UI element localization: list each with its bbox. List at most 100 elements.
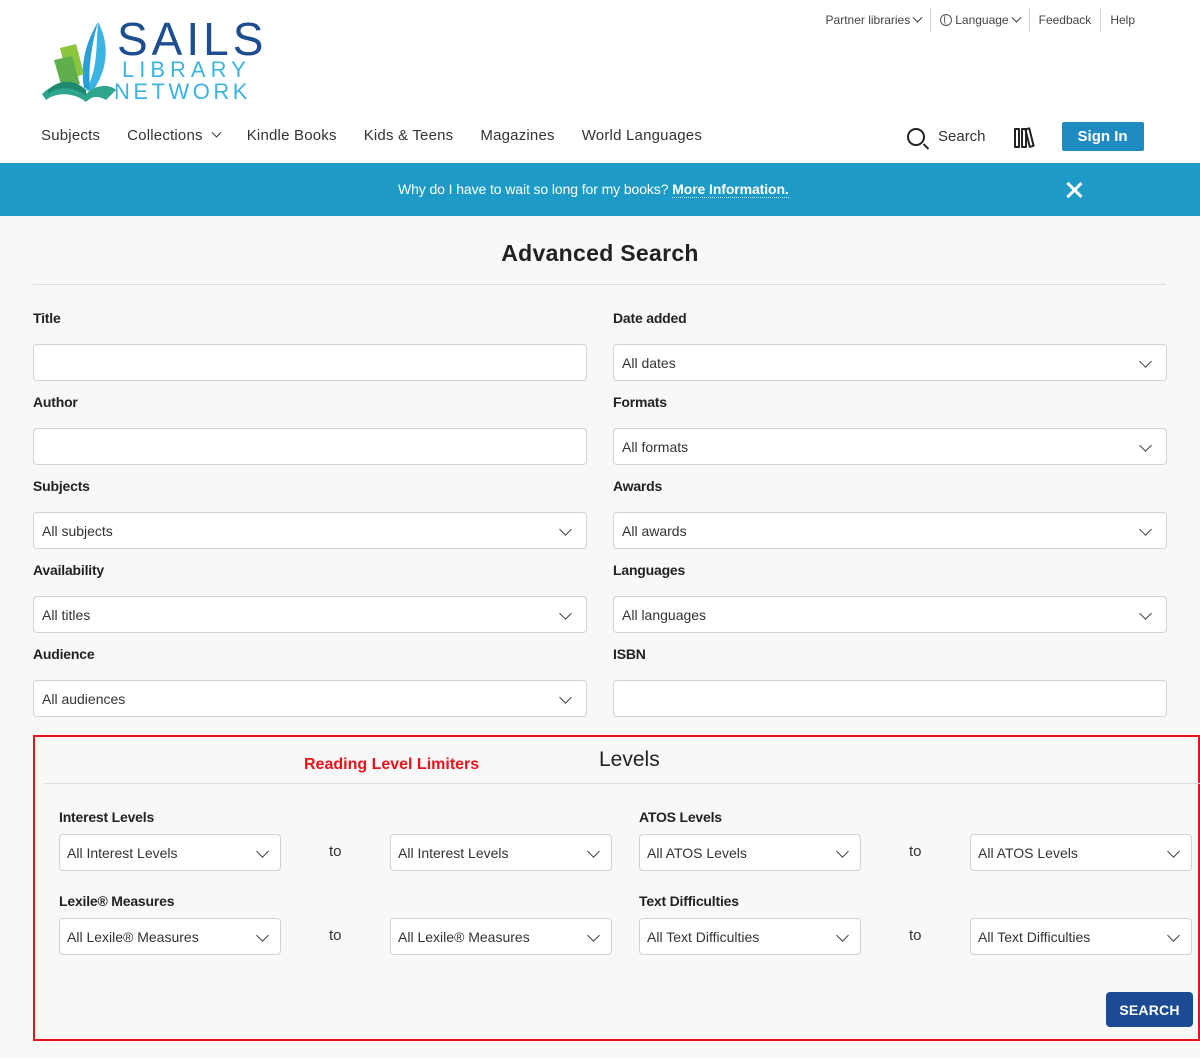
interest-levels-from-select[interactable]: All Interest Levels	[59, 834, 281, 871]
lexile-to-value: All Lexile® Measures	[398, 928, 530, 945]
chevron-down-icon	[836, 845, 849, 858]
search-submit-button[interactable]: SEARCH	[1106, 992, 1193, 1027]
title-input-box[interactable]	[33, 344, 587, 381]
audience-select[interactable]: All audiences	[33, 680, 587, 717]
lexile-measures-label: Lexile® Measures	[59, 893, 175, 909]
languages-value: All languages	[622, 606, 707, 623]
isbn-input[interactable]	[622, 681, 1166, 716]
formats-field-group: Formats All formats	[613, 394, 1167, 465]
author-field-group: Author	[33, 394, 587, 465]
subjects-label: Subjects	[33, 478, 90, 494]
chevron-down-icon	[1167, 845, 1180, 858]
chevron-down-icon	[912, 12, 923, 23]
subjects-select[interactable]: All subjects	[33, 512, 587, 549]
chevron-down-icon	[1139, 523, 1152, 536]
atos-from-select[interactable]: All ATOS Levels	[639, 834, 861, 871]
subjects-value: All subjects	[42, 522, 113, 539]
date-added-select[interactable]: All dates	[613, 344, 1167, 381]
awards-label: Awards	[613, 478, 663, 494]
audience-label: Audience	[33, 646, 95, 662]
interest-levels-to-select[interactable]: All Interest Levels	[390, 834, 612, 871]
nav-subjects[interactable]: Subjects	[41, 127, 100, 144]
availability-label: Availability	[33, 562, 104, 578]
more-information-link[interactable]: More Information.	[672, 181, 789, 198]
nav-world-languages[interactable]: World Languages	[582, 127, 702, 144]
bookshelf-icon[interactable]	[1013, 126, 1038, 148]
partner-libraries-label: Partner libraries	[825, 13, 911, 27]
search-icon	[907, 127, 925, 146]
atos-from-value: All ATOS Levels	[647, 844, 747, 861]
chevron-down-icon	[836, 929, 849, 942]
text-difficulties-label: Text Difficulties	[639, 893, 739, 909]
audience-field-group: Audience All audiences	[33, 646, 587, 717]
logo-wordmark-sails: SAILS	[117, 13, 268, 65]
audience-value: All audiences	[42, 690, 126, 707]
awards-select[interactable]: All awards	[613, 512, 1167, 549]
feedback-link[interactable]: Feedback	[1028, 8, 1101, 32]
info-banner: Why do I have to wait so long for my boo…	[0, 163, 1200, 216]
feedback-label: Feedback	[1038, 13, 1092, 27]
levels-section-highlight: Reading Level Limiters Levels Interest L…	[33, 735, 1200, 1041]
text-difficulties-from-value: All Text Difficulties	[647, 928, 760, 945]
lexile-to-select[interactable]: All Lexile® Measures	[390, 918, 612, 955]
languages-field-group: Languages All languages	[613, 562, 1167, 633]
text-difficulties-from-select[interactable]: All Text Difficulties	[639, 918, 861, 955]
chevron-down-icon	[1167, 929, 1180, 942]
language-menu[interactable]: Language	[930, 8, 1028, 32]
author-input-box[interactable]	[33, 428, 587, 465]
nav-kids-teens[interactable]: Kids & Teens	[364, 127, 454, 144]
banner-message: Why do I have to wait so long for my boo…	[398, 181, 789, 198]
nav-magazines[interactable]: Magazines	[480, 127, 554, 144]
lexile-from-value: All Lexile® Measures	[67, 928, 199, 945]
search-button[interactable]: Search	[907, 127, 986, 146]
nav-kindle-books-label: Kindle Books	[246, 127, 337, 144]
isbn-input-box[interactable]	[613, 680, 1167, 717]
nav-collections[interactable]: Collections	[127, 127, 222, 144]
interest-levels-to-value: All Interest Levels	[398, 844, 509, 861]
nav-magazines-label: Magazines	[480, 127, 555, 144]
language-label: Language	[955, 13, 1009, 27]
page-title: Advanced Search	[501, 240, 699, 266]
formats-select[interactable]: All formats	[613, 428, 1167, 465]
title-input[interactable]	[42, 345, 586, 380]
text-difficulties-to-value: All Text Difficulties	[978, 928, 1091, 945]
sail-book-icon	[42, 22, 116, 102]
main-nav: Subjects Collections Kindle Books Kids &…	[41, 127, 729, 144]
chevron-down-icon	[256, 929, 269, 942]
utility-nav: Partner libraries Language Feedback Help	[817, 8, 1144, 32]
chevron-down-icon	[1139, 355, 1152, 368]
nav-kids-teens-label: Kids & Teens	[363, 127, 454, 144]
availability-select[interactable]: All titles	[33, 596, 587, 633]
languages-select[interactable]: All languages	[613, 596, 1167, 633]
text-difficulties-to-label: to	[909, 927, 922, 944]
atos-to-select[interactable]: All ATOS Levels	[970, 834, 1192, 871]
atos-to-value: All ATOS Levels	[978, 844, 1078, 861]
awards-field-group: Awards All awards	[613, 478, 1167, 549]
nav-subjects-label: Subjects	[41, 127, 101, 144]
atos-to-label: to	[909, 843, 922, 860]
close-icon[interactable]	[1064, 180, 1084, 200]
logo-wordmark-library: LIBRARY	[122, 57, 251, 82]
help-link[interactable]: Help	[1100, 8, 1144, 32]
reading-level-limiters-annotation: Reading Level Limiters	[304, 756, 480, 773]
site-header: SAILS LIBRARY NETWORK Partner libraries …	[0, 0, 1200, 163]
isbn-field-group: ISBN	[613, 646, 1167, 717]
author-input[interactable]	[42, 429, 586, 464]
lexile-to-label: to	[329, 927, 342, 944]
levels-title: Levels	[599, 748, 660, 771]
author-label: Author	[33, 394, 78, 410]
date-added-value: All dates	[622, 354, 676, 371]
nav-collections-label: Collections	[127, 127, 203, 144]
globe-icon	[940, 14, 953, 26]
languages-label: Languages	[613, 562, 686, 578]
chevron-down-icon	[1011, 12, 1022, 23]
text-difficulties-to-select[interactable]: All Text Difficulties	[970, 918, 1192, 955]
sign-in-button[interactable]: Sign In	[1061, 122, 1144, 151]
chevron-down-icon	[559, 523, 572, 536]
lexile-from-select[interactable]: All Lexile® Measures	[59, 918, 281, 955]
sails-logo[interactable]: SAILS LIBRARY NETWORK	[40, 16, 263, 106]
nav-kindle-books[interactable]: Kindle Books	[247, 127, 337, 144]
partner-libraries-menu[interactable]: Partner libraries	[817, 8, 931, 32]
chevron-down-icon	[1139, 439, 1152, 452]
title-divider	[33, 284, 1166, 285]
